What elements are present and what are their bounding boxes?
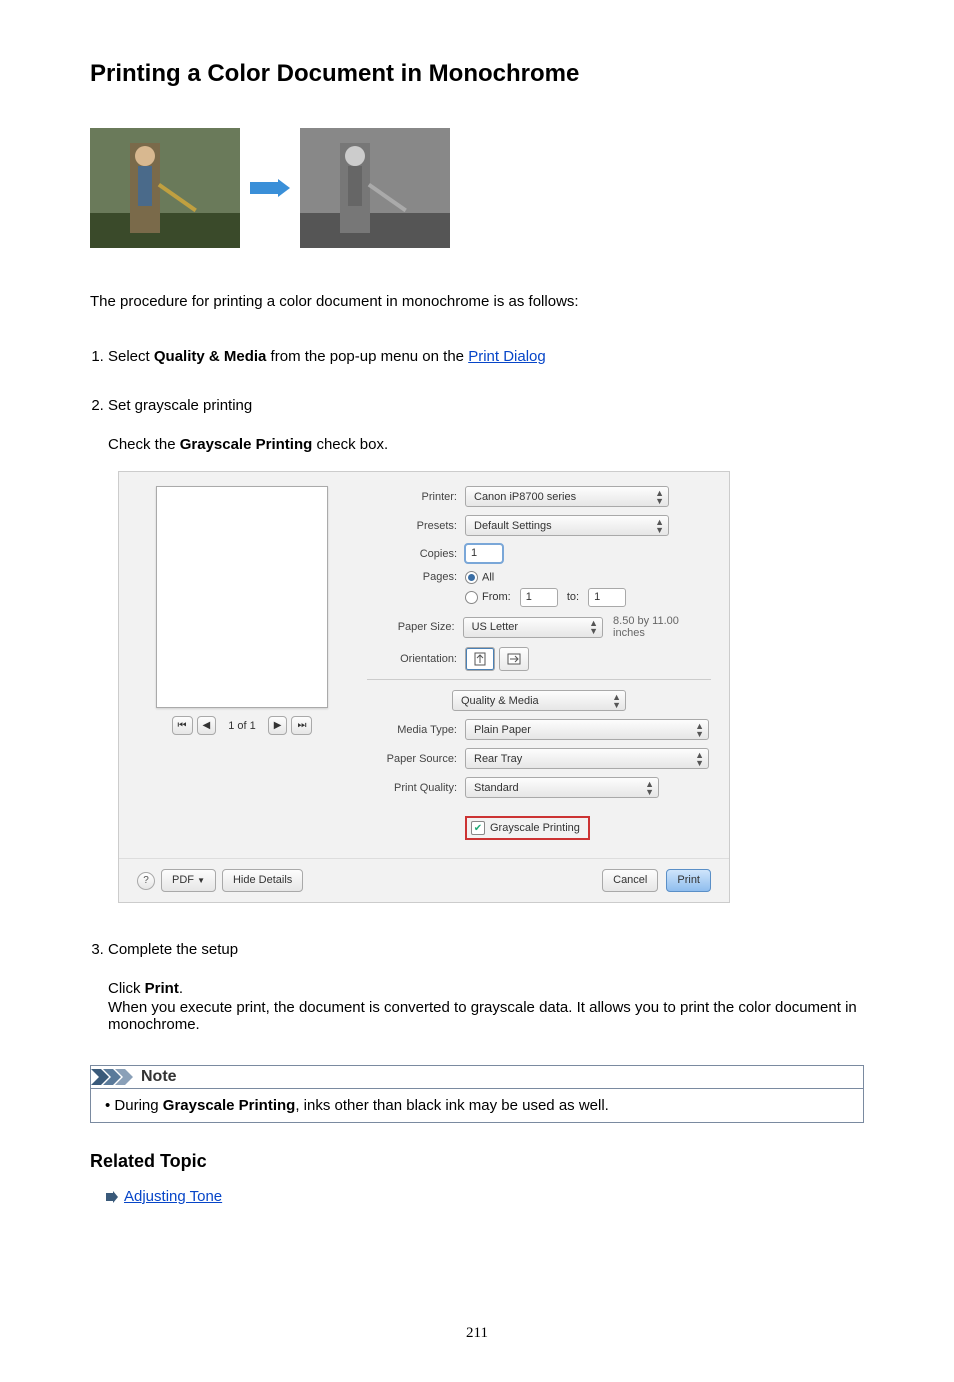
step3-paragraph: When you execute print, the document is … (108, 999, 864, 1033)
step-2: Set grayscale printing Check the Graysca… (108, 397, 864, 903)
step2-check-bold: Grayscale Printing (180, 436, 313, 453)
step-1: Select Quality & Media from the pop-up m… (108, 348, 864, 365)
step3-click-prefix: Click (108, 980, 145, 997)
printer-label: Printer: (367, 491, 465, 503)
page-title: Printing a Color Document in Monochrome (90, 60, 864, 88)
pages-from-input[interactable]: 1 (520, 588, 558, 607)
presets-select[interactable]: Default Settings▲▼ (465, 515, 669, 536)
presets-label: Presets: (367, 520, 465, 532)
preview-nav: ⏮ ◀ 1 of 1 ▶ ⏭ (172, 716, 313, 735)
dialog-separator (367, 679, 711, 680)
illustration-row (90, 128, 864, 248)
pages-all-radio[interactable] (465, 571, 478, 584)
note-bold: Grayscale Printing (163, 1097, 296, 1114)
papersize-label: Paper Size: (367, 621, 463, 633)
grayscale-printing-highlight: ✔ Grayscale Printing (465, 816, 590, 840)
step3-leader: Complete the setup (108, 941, 864, 958)
step-3: Complete the setup Click Print. When you… (108, 941, 864, 1033)
note-block: Note • During Grayscale Printing, inks o… (90, 1065, 864, 1123)
note-suffix: , inks other than black ink may be used … (295, 1097, 609, 1114)
pages-to-input[interactable]: 1 (588, 588, 626, 607)
papersize-select[interactable]: US Letter▲▼ (463, 617, 603, 638)
papersize-dimensions: 8.50 by 11.00 inches (613, 615, 711, 639)
grayscale-image (300, 128, 450, 248)
section-select[interactable]: Quality & Media▲▼ (452, 690, 626, 711)
printquality-label: Print Quality: (367, 782, 465, 794)
preview-next-button[interactable]: ▶ (268, 716, 288, 735)
step2-leader: Set grayscale printing (108, 397, 864, 414)
print-dialog-link[interactable]: Print Dialog (468, 348, 546, 365)
grayscale-printing-checkbox[interactable]: ✔ (471, 821, 485, 835)
pages-from-label: From: (482, 591, 511, 603)
print-dialog: ⏮ ◀ 1 of 1 ▶ ⏭ Printer: Canon iP8700 ser… (118, 471, 730, 903)
preview-page-indicator: 1 of 1 (228, 720, 256, 732)
printquality-select[interactable]: Standard▲▼ (465, 777, 659, 798)
preview-last-button[interactable]: ⏭ (291, 716, 312, 735)
intro-text: The procedure for printing a color docum… (90, 293, 864, 310)
arrow-icon (250, 179, 290, 197)
note-heading: Note (141, 1068, 177, 1086)
pdf-menu-button[interactable]: PDF ▼ (161, 869, 216, 892)
page-number: 211 (90, 1325, 864, 1342)
step2-check-prefix: Check the (108, 436, 180, 453)
pages-to-label: to: (567, 591, 579, 603)
step3-click-bold: Print (145, 980, 179, 997)
papersource-label: Paper Source: (367, 753, 465, 765)
preview-first-button[interactable]: ⏮ (172, 716, 193, 735)
note-prefix: During (114, 1097, 162, 1114)
orientation-label: Orientation: (367, 653, 465, 665)
pages-label: Pages: (367, 571, 465, 583)
printer-select[interactable]: Canon iP8700 series▲▼ (465, 486, 669, 507)
hide-details-button[interactable]: Hide Details (222, 869, 303, 892)
note-chevron-icon (91, 1069, 137, 1085)
copies-label: Copies: (367, 548, 465, 560)
papersource-select[interactable]: Rear Tray▲▼ (465, 748, 709, 769)
mediatype-label: Media Type: (367, 724, 465, 736)
pages-range-radio[interactable] (465, 591, 478, 604)
copies-input[interactable]: 1 (465, 544, 503, 563)
preview-prev-button[interactable]: ◀ (197, 716, 217, 735)
color-image (90, 128, 240, 248)
orientation-landscape-button[interactable] (499, 647, 529, 671)
cancel-button[interactable]: Cancel (602, 869, 658, 892)
related-topic-heading: Related Topic (90, 1151, 864, 1172)
step2-check-suffix: check box. (312, 436, 388, 453)
adjusting-tone-link[interactable]: Adjusting Tone (124, 1188, 222, 1205)
step1-bold: Quality & Media (154, 348, 267, 365)
print-preview (156, 486, 328, 708)
grayscale-printing-label: Grayscale Printing (490, 822, 580, 834)
step3-click-suffix: . (179, 980, 183, 997)
related-arrow-icon (106, 1191, 118, 1203)
step1-prefix: Select (108, 348, 154, 365)
orientation-portrait-button[interactable] (465, 647, 495, 671)
help-button[interactable]: ? (137, 872, 155, 890)
step1-suffix: from the pop-up menu on the (266, 348, 468, 365)
print-button[interactable]: Print (666, 869, 711, 892)
mediatype-select[interactable]: Plain Paper▲▼ (465, 719, 709, 740)
pages-all-label: All (482, 571, 494, 583)
